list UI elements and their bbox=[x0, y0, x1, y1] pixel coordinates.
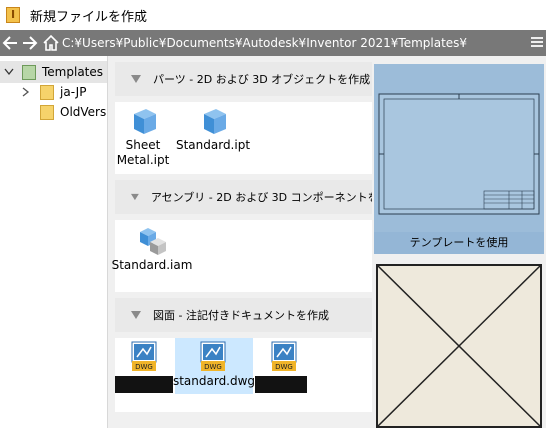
tree-item-label: Templates bbox=[42, 65, 104, 79]
file-standard-ipt[interactable]: Standard.ipt bbox=[173, 106, 253, 156]
chevron-down-icon[interactable] bbox=[2, 65, 16, 79]
tree-item-label: ja-JP bbox=[60, 85, 87, 99]
title-bar: I 新規ファイルを作成 bbox=[0, 0, 546, 30]
template-preview bbox=[374, 64, 544, 254]
redacted-label bbox=[115, 376, 173, 393]
dwg-badge-text: DWG bbox=[275, 363, 293, 371]
dwg-file-icon: DWG bbox=[131, 341, 157, 371]
collapse-arrow-icon[interactable] bbox=[131, 193, 139, 201]
section-header-drawing[interactable]: 図面 - 注記付きドキュメントを作成 bbox=[115, 298, 372, 332]
part-cube-icon bbox=[134, 109, 156, 134]
new-file-dialog: I 新規ファイルを作成 C:¥Users¥Public¥Documents¥Au… bbox=[0, 0, 546, 428]
folder-icon bbox=[40, 84, 54, 100]
section-header-parts[interactable]: パーツ - 2D および 3D オブジェクトを作成 bbox=[115, 62, 372, 96]
preview-panel: テンプレートを使用 bbox=[372, 56, 546, 428]
tree-item-oldversions[interactable]: OldVersions bbox=[0, 101, 107, 123]
assembly-icon bbox=[140, 228, 166, 255]
file-sheet-metal-ipt[interactable]: Sheet Metal.ipt bbox=[117, 106, 169, 170]
collapse-arrow-icon[interactable] bbox=[131, 75, 141, 83]
file-label: standard.dwg bbox=[172, 374, 256, 388]
path-bar: C:¥Users¥Public¥Documents¥Autodesk¥Inven… bbox=[0, 30, 546, 56]
folder-tree: Templates ja-JP OldVersions bbox=[0, 56, 108, 428]
current-path: C:¥Users¥Public¥Documents¥Autodesk¥Inven… bbox=[62, 36, 468, 50]
file-label: Standard.ipt bbox=[175, 138, 251, 152]
folder-icon bbox=[40, 104, 54, 120]
view-menu-icon[interactable] bbox=[530, 35, 544, 49]
empty-thumbnail bbox=[376, 264, 542, 428]
section-body-drawing: DWG DWG standard.dwg DWG bbox=[115, 338, 372, 412]
inventor-app-icon: I bbox=[6, 7, 20, 23]
drawing-sheet-preview bbox=[374, 64, 544, 232]
chevron-right-icon[interactable] bbox=[18, 85, 32, 99]
section-header-assembly[interactable]: アセンブリ - 2D および 3D コンポーネントを組み立てる bbox=[115, 180, 372, 214]
template-list: パーツ - 2D および 3D オブジェクトを作成 Sheet Metal.ip… bbox=[108, 56, 372, 428]
section-title: 図面 - 注記付きドキュメントを作成 bbox=[153, 309, 329, 322]
redacted-label bbox=[255, 376, 307, 393]
section-body-assembly: Standard.iam bbox=[112, 220, 372, 292]
section-title: アセンブリ - 2D および 3D コンポーネントを組み立てる bbox=[150, 191, 372, 204]
use-template-button[interactable]: テンプレートを使用 bbox=[374, 232, 544, 252]
no-preview-cross bbox=[377, 265, 541, 427]
back-arrow-icon[interactable] bbox=[0, 33, 20, 53]
file-standard-iam[interactable]: Standard.iam bbox=[112, 224, 192, 276]
section-title: パーツ - 2D および 3D オブジェクトを作成 bbox=[153, 73, 371, 86]
dwg-badge-text: DWG bbox=[204, 363, 222, 371]
forward-arrow-icon[interactable] bbox=[20, 33, 40, 53]
tree-item-templates[interactable]: Templates bbox=[0, 61, 107, 83]
section-body-parts: Sheet Metal.ipt Standard.ipt bbox=[115, 102, 372, 174]
file-label: Sheet Metal.ipt bbox=[116, 138, 170, 167]
tree-item-ja-jp[interactable]: ja-JP bbox=[0, 81, 107, 103]
tree-item-label: OldVersions bbox=[60, 105, 107, 119]
dwg-file-icon: DWG bbox=[200, 341, 226, 371]
file-standard-dwg[interactable]: DWG standard.dwg bbox=[172, 338, 256, 394]
dwg-badge-text: DWG bbox=[135, 363, 153, 371]
file-label: Standard.iam bbox=[111, 258, 193, 272]
part-cube-icon bbox=[204, 109, 226, 134]
templates-folder-icon bbox=[22, 64, 36, 80]
dwg-file-icon: DWG bbox=[271, 341, 297, 371]
window-title: 新規ファイルを作成 bbox=[30, 9, 148, 25]
home-icon[interactable] bbox=[42, 34, 60, 52]
collapse-arrow-icon[interactable] bbox=[131, 311, 141, 319]
